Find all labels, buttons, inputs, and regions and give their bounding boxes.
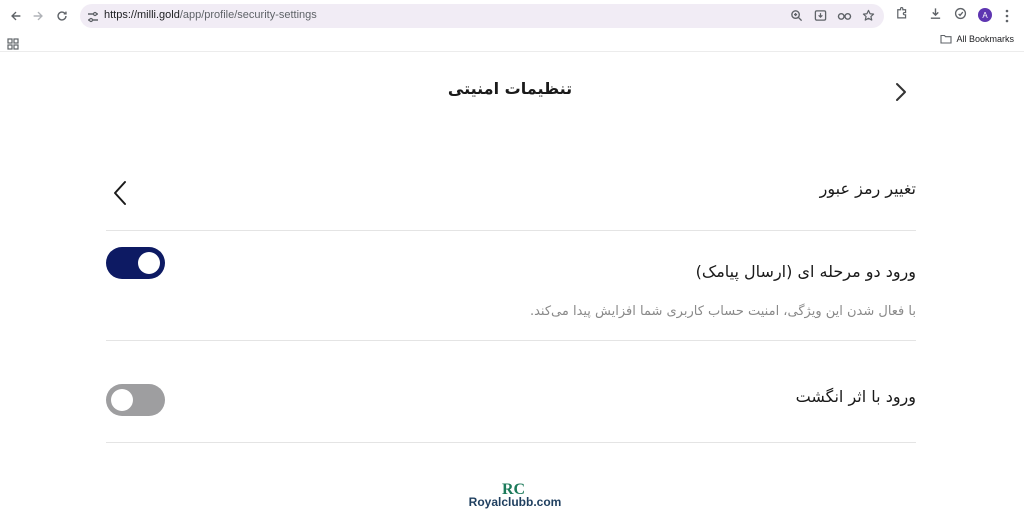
download-icon[interactable] <box>928 6 943 21</box>
back-arrow-icon[interactable] <box>7 7 25 25</box>
all-bookmarks-label: All Bookmarks <box>956 34 1014 44</box>
url-path: /app/profile/security-settings <box>179 9 317 21</box>
page-title: تنظیمات امنیتی <box>447 79 573 98</box>
two-step-login-toggle[interactable] <box>106 247 165 279</box>
watermark-text: Royalclubb.com <box>468 495 562 509</box>
change-password-row[interactable]: تغییر رمز عبور <box>106 158 916 231</box>
fingerprint-login-row: ورود با اثر انگشت <box>106 341 916 443</box>
security-settings-page: تنظیمات امنیتی تغییر رمز عبور ورود دو مر… <box>0 53 1024 512</box>
install-app-icon[interactable] <box>813 8 828 23</box>
toolbar: https://milli.gold/app/profile/security-… <box>0 0 1024 32</box>
forward-arrow-icon[interactable] <box>29 7 47 25</box>
toggle-knob <box>111 389 133 411</box>
fingerprint-login-toggle[interactable] <box>106 384 165 416</box>
site-info-icon[interactable] <box>86 9 100 23</box>
star-icon[interactable] <box>861 8 876 23</box>
chevron-right-icon[interactable] <box>891 80 911 104</box>
menu-dots-icon[interactable] <box>1002 8 1012 24</box>
bookmarks-bar: All Bookmarks <box>0 32 1024 52</box>
change-password-label: تغییر رمز عبور <box>819 179 916 198</box>
reload-icon[interactable] <box>53 7 71 25</box>
browser-chrome: https://milli.gold/app/profile/security-… <box>0 0 1024 52</box>
url-host: https://milli.gold <box>104 9 180 21</box>
chevron-left-icon[interactable] <box>112 178 130 208</box>
folder-icon <box>940 34 953 44</box>
toggle-knob <box>138 252 160 274</box>
two-step-login-row: ورود دو مرحله ای (ارسال پیامک) با فعال ش… <box>106 231 916 341</box>
password-key-icon[interactable] <box>837 8 852 23</box>
profile-sync-icon[interactable] <box>953 6 968 21</box>
zoom-icon[interactable] <box>789 8 804 23</box>
all-bookmarks-button[interactable]: All Bookmarks <box>940 34 1014 44</box>
two-step-login-description: با فعال شدن این ویژگی، امنیت حساب کاربری… <box>529 304 916 319</box>
extensions-icon[interactable] <box>894 6 909 21</box>
address-bar[interactable]: https://milli.gold/app/profile/security-… <box>80 4 884 28</box>
profile-avatar[interactable]: A <box>978 8 992 22</box>
two-step-login-label: ورود دو مرحله ای (ارسال پیامک) <box>695 262 916 281</box>
apps-grid-icon[interactable] <box>7 35 19 50</box>
fingerprint-login-label: ورود با اثر انگشت <box>795 387 916 406</box>
url-text[interactable]: https://milli.gold/app/profile/security-… <box>104 9 317 21</box>
